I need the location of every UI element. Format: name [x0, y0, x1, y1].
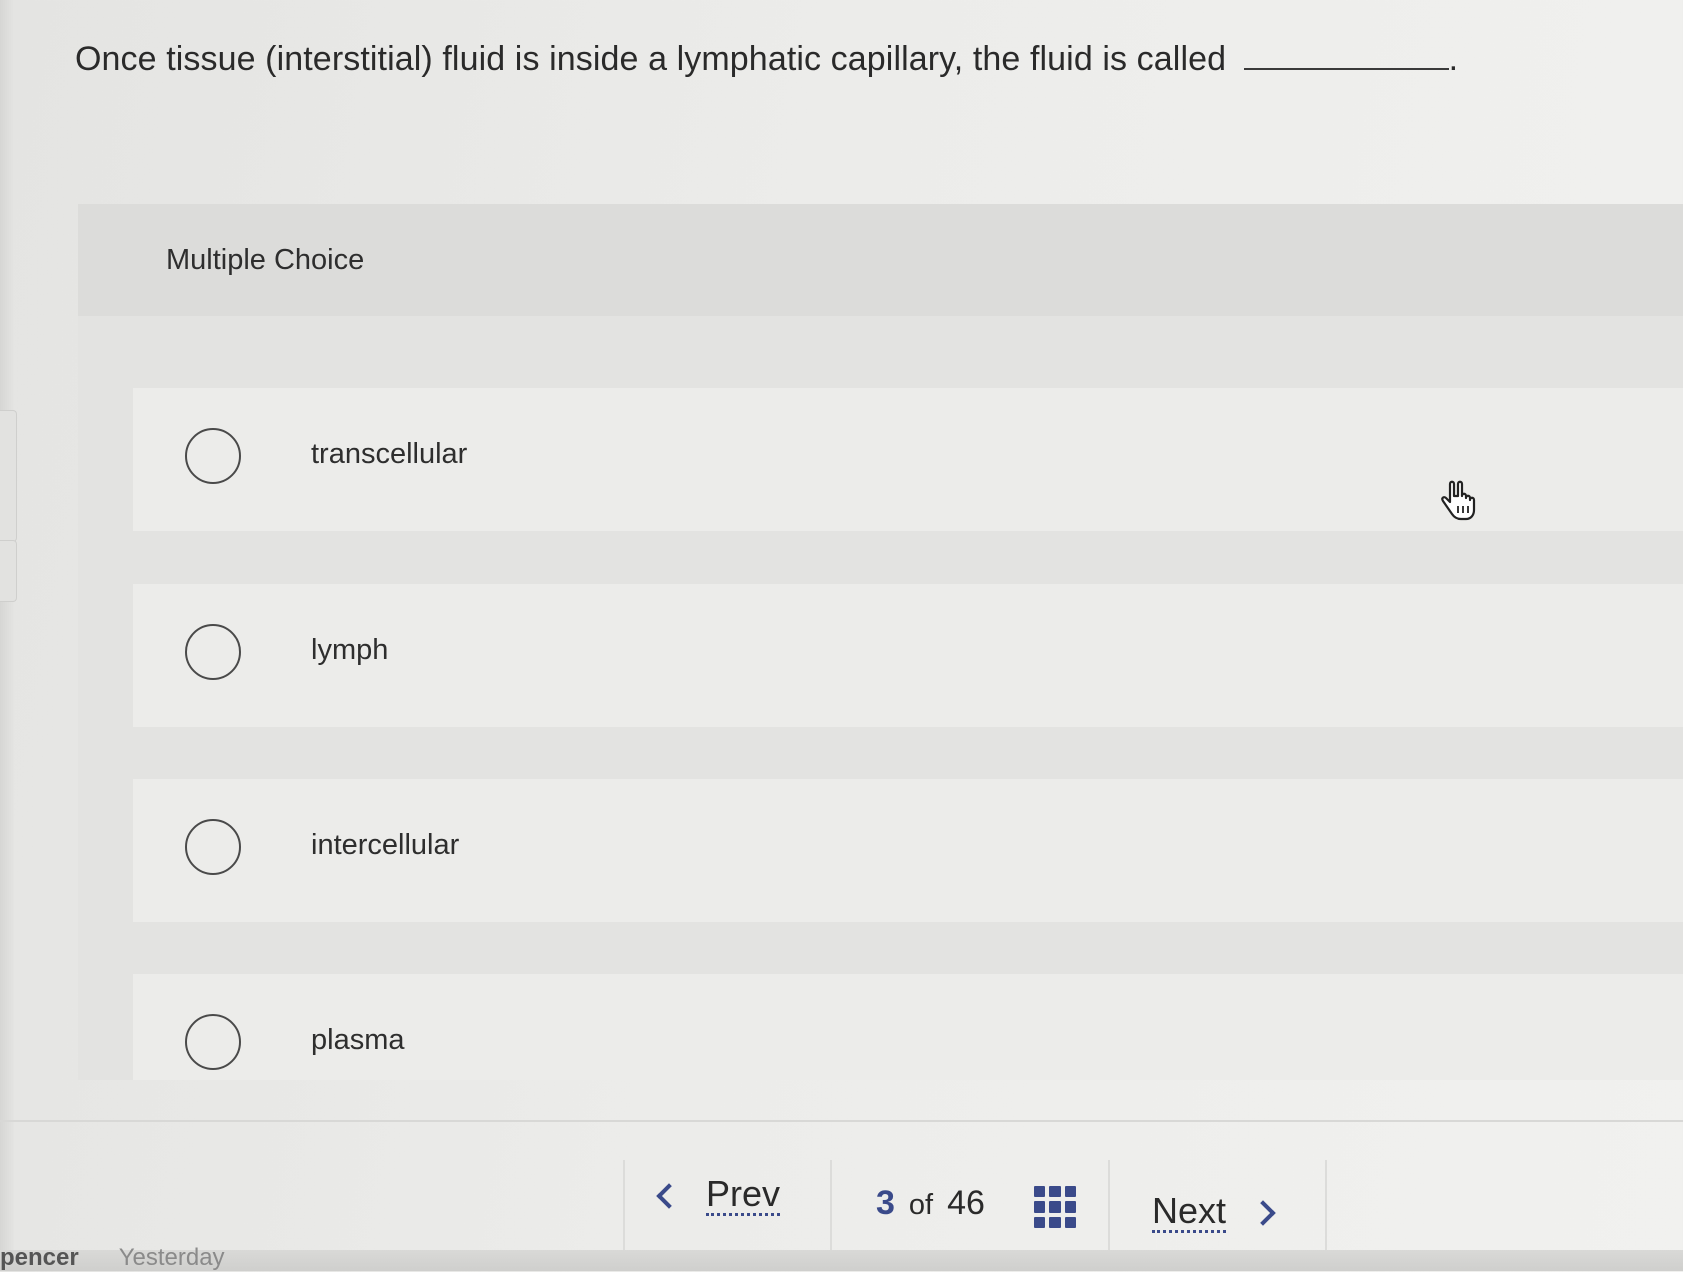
prev-button[interactable]: Prev	[656, 1173, 781, 1216]
multiple-choice-label: Multiple Choice	[166, 244, 365, 276]
chevron-left-icon	[656, 1182, 682, 1209]
left-edge	[0, 0, 14, 1271]
multiple-choice-panel: Multiple Choice transcellular lymph inte…	[78, 204, 1683, 1080]
grid-cell	[1064, 1186, 1076, 1198]
nav-separator	[1325, 1160, 1327, 1260]
nav-separator	[830, 1160, 832, 1260]
side-tab[interactable]	[0, 540, 17, 602]
question-counter: 3 of 46	[876, 1184, 985, 1223]
next-button[interactable]: Next	[1152, 1190, 1276, 1233]
radio-button[interactable]	[185, 819, 241, 875]
nav-separator	[623, 1160, 625, 1260]
radio-button[interactable]	[185, 624, 241, 680]
choice-option-plasma[interactable]: plasma	[133, 974, 1683, 1080]
background-window-strip	[0, 1250, 1683, 1271]
question-grid-icon[interactable]	[1034, 1186, 1076, 1228]
chevron-right-icon	[1250, 1199, 1276, 1226]
choice-option-intercellular[interactable]: intercellular	[133, 779, 1683, 922]
choice-label: intercellular	[311, 829, 460, 861]
current-question: 3	[876, 1184, 895, 1222]
side-tab[interactable]	[0, 410, 17, 542]
choice-label: plasma	[311, 1024, 405, 1056]
answer-blank	[1243, 67, 1449, 70]
grid-cell	[1064, 1201, 1076, 1213]
date-label: Yesterday	[118, 1244, 225, 1271]
grid-cell	[1049, 1216, 1061, 1228]
grid-cell	[1034, 1216, 1046, 1228]
question-text: Once tissue (interstitial) fluid is insi…	[75, 40, 1227, 78]
choice-option-lymph[interactable]: lymph	[133, 584, 1683, 727]
grid-cell	[1049, 1201, 1061, 1213]
grid-cell	[1049, 1186, 1061, 1198]
choice-label: lymph	[311, 634, 389, 666]
multiple-choice-header: Multiple Choice	[78, 204, 1683, 316]
hand-cursor-icon	[1441, 480, 1476, 521]
choice-label: transcellular	[311, 438, 468, 470]
question-prompt: Once tissue (interstitial) fluid is insi…	[75, 40, 1458, 79]
next-label: Next	[1152, 1190, 1227, 1233]
of-label: of	[908, 1189, 934, 1221]
background-window-text: pencer Yesterday	[0, 1244, 225, 1272]
total-questions: 46	[947, 1184, 985, 1222]
radio-button[interactable]	[185, 428, 241, 484]
footer-divider	[0, 1120, 1683, 1122]
question-trailing: .	[1448, 40, 1459, 78]
nav-separator	[1108, 1160, 1110, 1260]
radio-button[interactable]	[185, 1014, 241, 1070]
prev-label: Prev	[706, 1173, 781, 1216]
grid-cell	[1064, 1216, 1076, 1228]
user-name-fragment: pencer	[0, 1244, 79, 1271]
grid-cell	[1034, 1186, 1046, 1198]
grid-cell	[1034, 1201, 1046, 1213]
